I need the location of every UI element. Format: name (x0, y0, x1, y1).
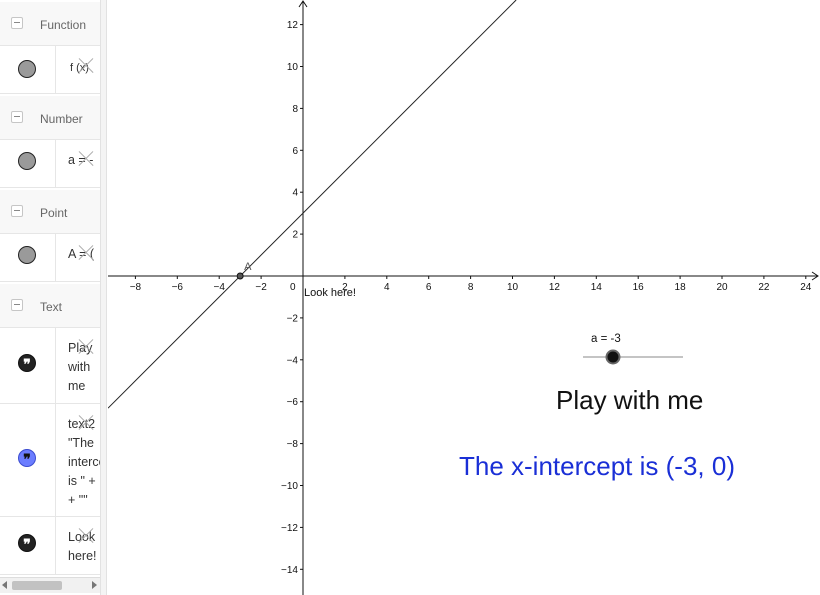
y-tick-label: 12 (287, 20, 299, 31)
delete-icon[interactable] (76, 57, 94, 75)
slider-knob[interactable] (605, 349, 621, 365)
collapse-point-icon[interactable] (11, 205, 23, 217)
algebra-item-a[interactable]: a = - (0, 140, 100, 188)
x-tick-label: −6 (172, 282, 184, 293)
y-tick-label: −12 (281, 523, 298, 534)
x-tick-label: 20 (716, 282, 728, 293)
scrollbar-thumb[interactable] (12, 581, 62, 590)
scroll-left-icon[interactable] (2, 581, 7, 589)
marble-cell: ❞ (0, 328, 56, 403)
origin-label: 0 (290, 282, 296, 293)
point-A-label: A (244, 261, 252, 273)
y-tick-label: −14 (281, 565, 298, 576)
group-header-text[interactable]: Text (0, 284, 100, 328)
x-tick-label: −4 (213, 282, 225, 293)
x-tick-label: −2 (255, 282, 267, 293)
x-tick-label: 22 (758, 282, 770, 293)
y-tick-label: −4 (287, 355, 299, 366)
scroll-right-icon[interactable] (92, 581, 97, 589)
x-tick-label: 6 (426, 282, 432, 293)
x-tick-label: 4 (384, 282, 390, 293)
y-tick-label: −10 (281, 481, 298, 492)
marble-cell: ❞ (0, 404, 56, 516)
x-tick-label: 10 (507, 282, 519, 293)
y-tick-label: 6 (292, 146, 298, 157)
marble-cell (0, 140, 56, 187)
look-here-text[interactable]: Look here! (304, 287, 356, 299)
delete-icon[interactable] (76, 150, 94, 168)
visibility-toggle-icon[interactable] (18, 60, 36, 78)
x-tick-label: 24 (800, 282, 812, 293)
algebra-item-f[interactable]: f (x) (0, 46, 100, 94)
collapse-text-icon[interactable] (11, 299, 23, 311)
x-tick-label: 8 (468, 282, 474, 293)
x-tick-label: −8 (130, 282, 142, 293)
algebra-item-text3[interactable]: ❞ Look here! (0, 517, 100, 575)
quote-icon[interactable]: ❞ (18, 449, 36, 467)
algebra-item-A[interactable]: A = ( (0, 234, 100, 282)
horizontal-scrollbar[interactable] (0, 577, 100, 593)
delete-icon[interactable] (76, 338, 94, 356)
y-tick-label: −8 (287, 439, 299, 450)
visibility-toggle-icon[interactable] (18, 152, 36, 170)
y-tick-label: 10 (287, 62, 299, 73)
collapse-function-icon[interactable] (11, 17, 23, 29)
marble-cell (0, 46, 56, 93)
delete-icon[interactable] (76, 414, 94, 432)
marble-cell (0, 234, 56, 281)
group-title: Number (40, 112, 83, 126)
algebra-view: Function f (x) Number a = - Point A = ( … (0, 0, 100, 595)
y-tick-label: 2 (292, 230, 298, 241)
x-tick-label: 14 (591, 282, 603, 293)
group-header-number[interactable]: Number (0, 96, 100, 140)
x-tick-label: 18 (675, 282, 687, 293)
group-title: Function (40, 18, 87, 32)
view-divider[interactable] (100, 0, 107, 595)
play-with-me-text[interactable]: Play with me (556, 385, 703, 415)
group-header-function[interactable]: Function (0, 2, 100, 46)
group-header-point[interactable]: Point (0, 190, 100, 234)
algebra-item-text1[interactable]: ❞ Play with me (0, 328, 100, 404)
intercept-text[interactable]: The x-intercept is (-3, 0) (459, 451, 735, 481)
function-line[interactable] (108, 0, 517, 409)
collapse-number-icon[interactable] (11, 111, 23, 123)
slider-label: a = -3 (591, 333, 621, 345)
y-tick-label: 4 (292, 188, 298, 199)
x-tick-label: 16 (633, 282, 645, 293)
group-title: Text (40, 300, 63, 314)
quote-icon[interactable]: ❞ (18, 354, 36, 372)
graphics-view[interactable]: −8 −6 −4 −2 2 4 6 8 10 12 14 16 18 20 22 24 12108642−2−… (108, 0, 820, 595)
marble-cell: ❞ (0, 517, 56, 574)
y-tick-label: 8 (292, 104, 298, 115)
group-title: Point (40, 206, 68, 220)
y-ticks: 12 10 8 6 4 2 −2 −4 −6 −8 −10 −12 −14 (281, 20, 303, 576)
x-tick-label: 12 (549, 282, 561, 293)
y-tick-label: −2 (287, 313, 299, 324)
point-A[interactable] (236, 272, 244, 280)
delete-icon[interactable] (76, 527, 94, 545)
delete-icon[interactable] (76, 244, 94, 262)
algebra-item-text2[interactable]: ❞ text2 "The intercep is " + + "" (0, 404, 100, 517)
quote-icon[interactable]: ❞ (18, 534, 36, 552)
visibility-toggle-icon[interactable] (18, 246, 36, 264)
y-tick-label: −6 (287, 397, 299, 408)
